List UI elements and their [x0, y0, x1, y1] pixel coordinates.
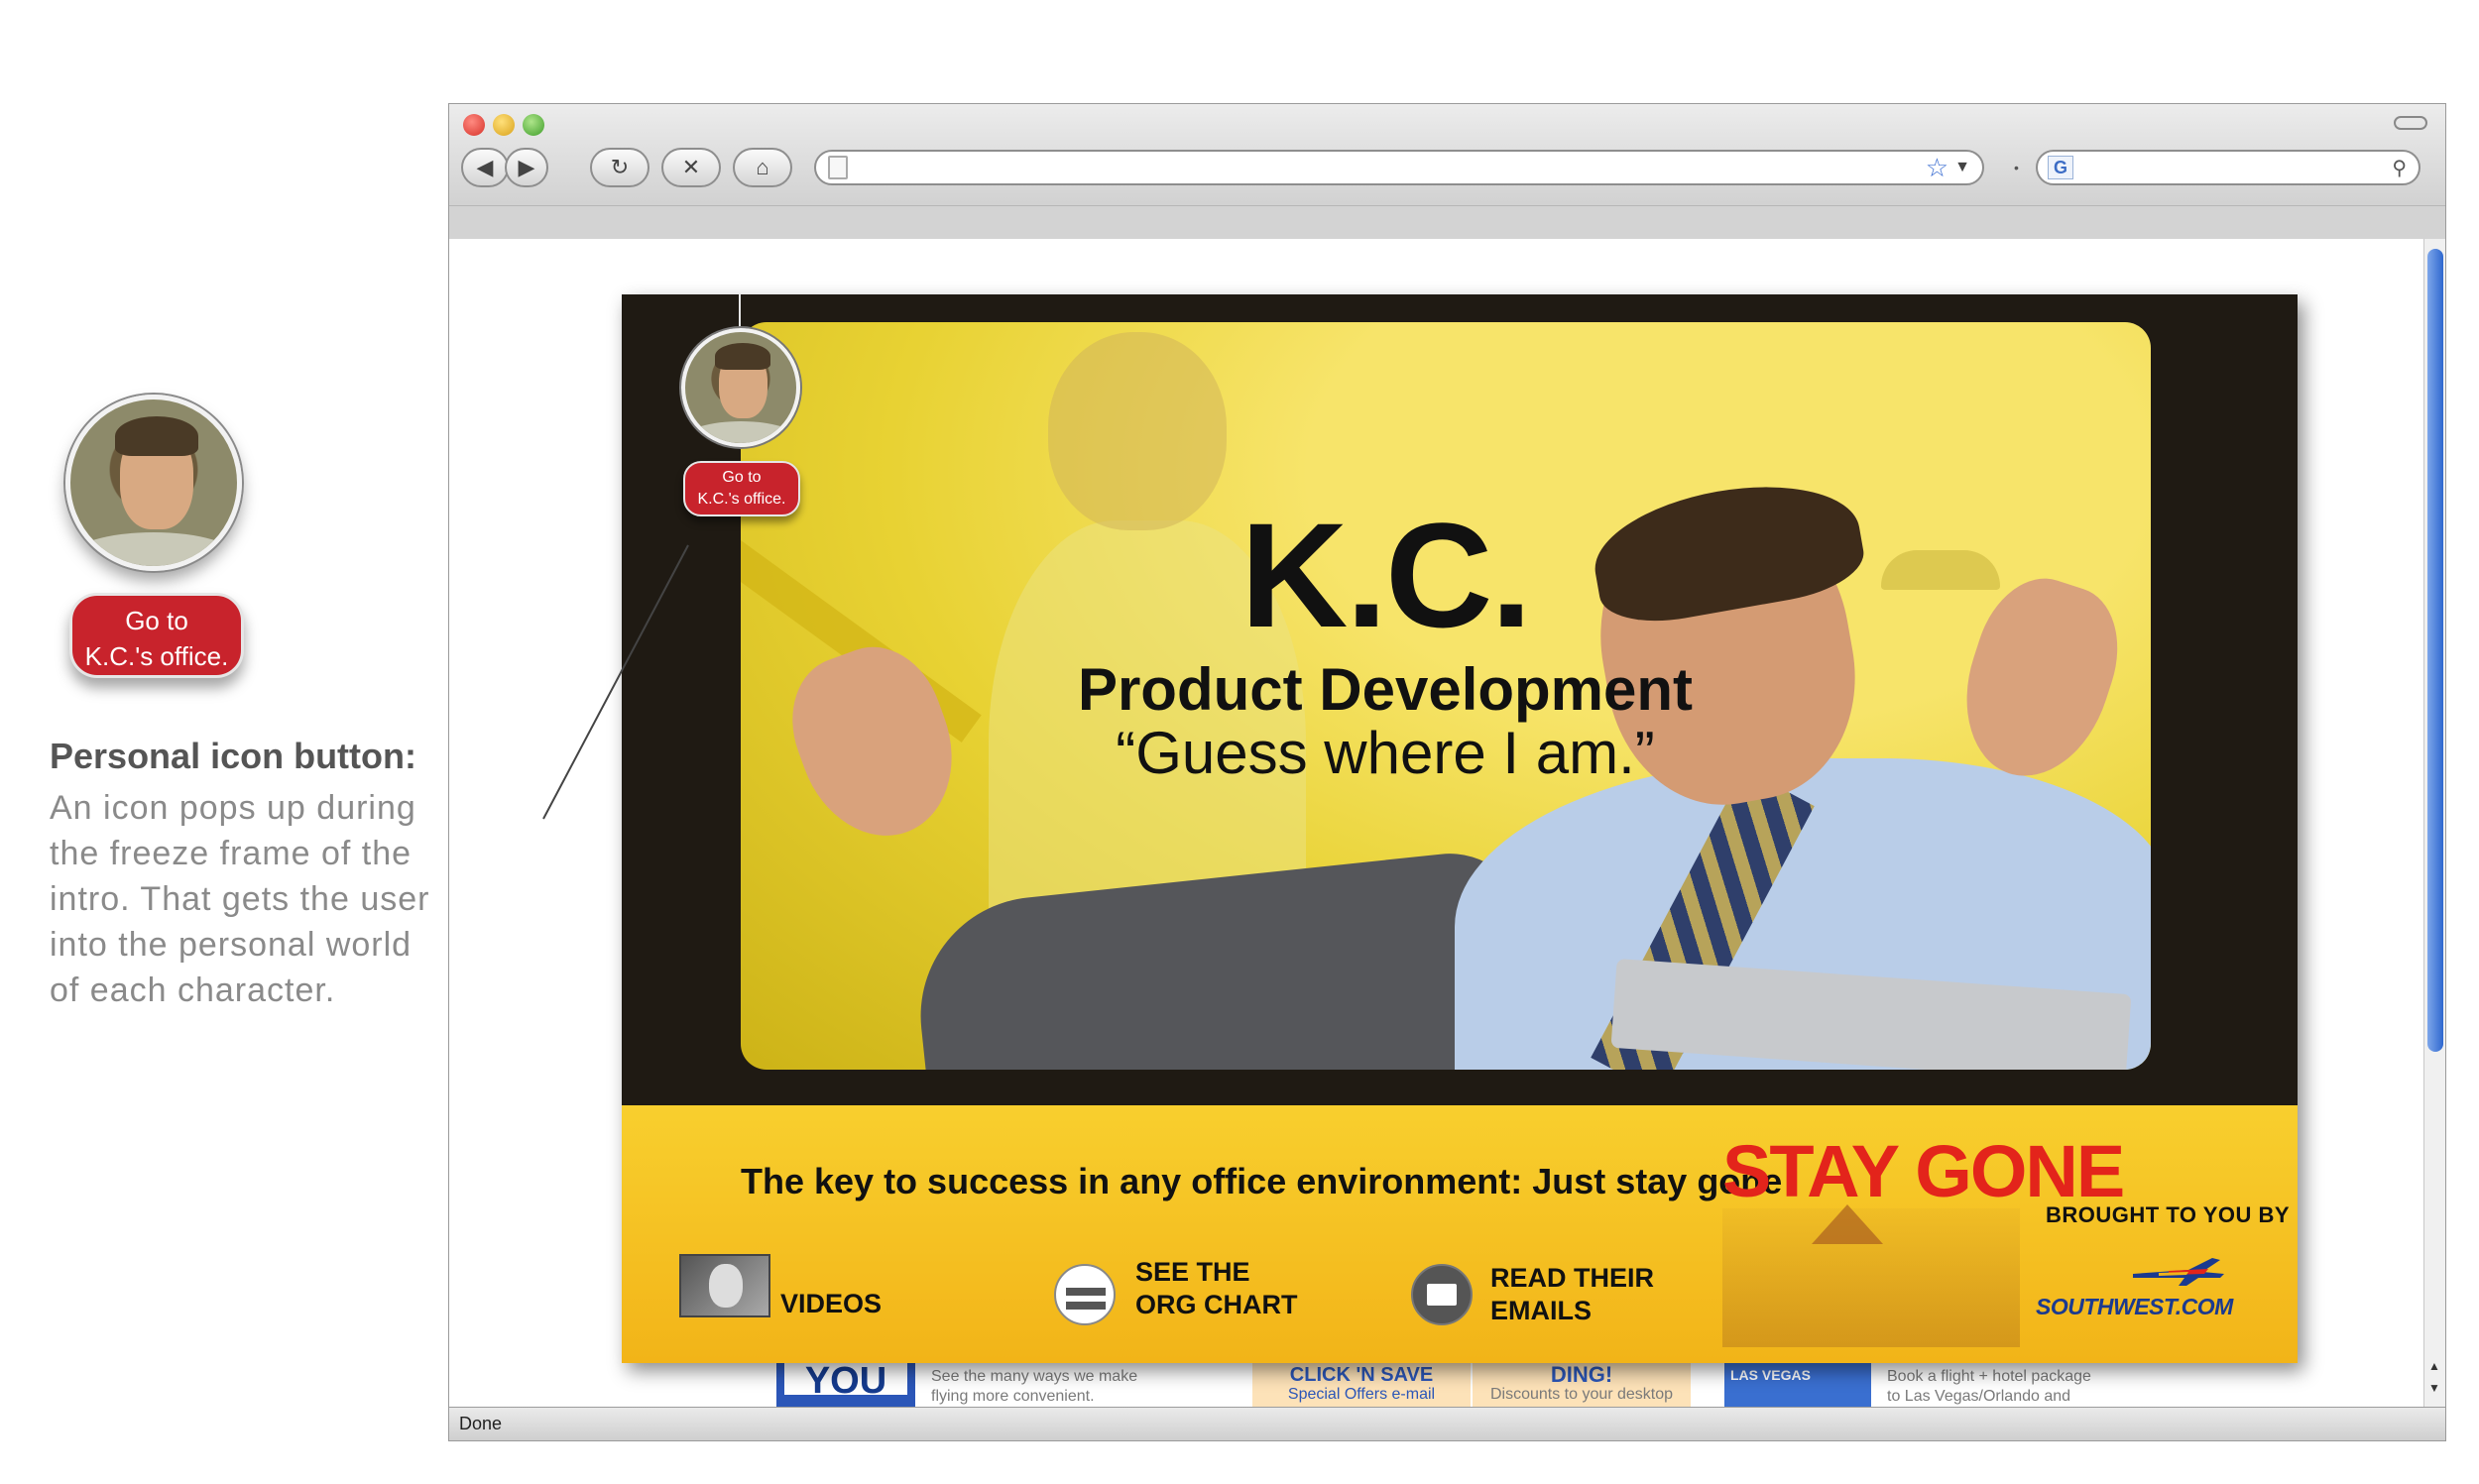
reload-button[interactable]: ↻: [590, 148, 649, 187]
zoom-window-icon[interactable]: [523, 114, 544, 136]
home-icon: ⌂: [756, 155, 769, 179]
emails-label: READ THEIR EMAILS: [1490, 1262, 1654, 1327]
ding-promo[interactable]: DING! Discounts to your desktop: [1473, 1363, 1691, 1411]
browser-toolbar: ◀ ▶ ↻ ✕ ⌂ ☆ ▼ • G ⚲: [449, 104, 2445, 239]
tagline: The key to success in any office environ…: [741, 1161, 1783, 1201]
vertical-scrollbar[interactable]: ▲ ▼: [2423, 239, 2445, 1409]
southwest-logo[interactable]: SOUTHWEST.COM: [2036, 1294, 2233, 1320]
reload-icon: ↻: [610, 155, 630, 179]
annotation-title: Personal icon button:: [50, 736, 417, 776]
org-chart-link[interactable]: SEE THE ORG CHART: [1054, 1254, 1312, 1329]
go-to-office-button-large: Go to K.C.'s office.: [69, 593, 244, 678]
email-line2: EMAILS: [1490, 1296, 1593, 1325]
icon-pill-line1: Go to: [722, 469, 762, 486]
org-chart-label: SEE THE ORG CHART: [1135, 1256, 1298, 1321]
sponsor-label: BROUGHT TO YOU BY: [2046, 1202, 2291, 1227]
scroll-up-icon[interactable]: ▲: [2428, 1359, 2440, 1373]
scroll-down-icon[interactable]: ▼: [2428, 1381, 2440, 1395]
address-bar[interactable]: ☆ ▼: [814, 150, 1984, 185]
bookmarks-bar: [449, 205, 2445, 239]
search-engine-icon[interactable]: G: [2048, 156, 2073, 179]
click-title: CLICK 'N SAVE: [1289, 1364, 1434, 1386]
browser-window: ◀ ▶ ↻ ✕ ⌂ ☆ ▼ • G ⚲ ▲ ▼ YOU See the many…: [448, 103, 2446, 1441]
page-icon: [828, 156, 848, 179]
annotation-line: into the personal world: [50, 926, 413, 964]
man-right-hand: [1943, 563, 2137, 795]
stop-icon: ✕: [681, 155, 701, 179]
text-line: Book a flight + hotel package: [1887, 1368, 2091, 1385]
vegas-text: Book a flight + hotel package to Las Veg…: [1887, 1363, 2184, 1411]
email-line1: READ THEIR: [1490, 1263, 1655, 1293]
convenience-text: See the many ways we make flying more co…: [931, 1363, 1229, 1411]
forward-button[interactable]: ▶: [505, 148, 548, 187]
click-sub: Special Offers e-mail: [1287, 1386, 1436, 1403]
icon-pill-line2: K.C.'s office.: [697, 491, 786, 508]
ding-sub: Discounts to your desktop: [1489, 1386, 1674, 1403]
status-text: Done: [459, 1414, 503, 1433]
forward-arrow-icon: ▶: [518, 155, 535, 179]
videos-label: VIDEOS: [780, 1289, 883, 1318]
vegas-promo[interactable]: LAS VEGAS: [1724, 1363, 1871, 1411]
videos-thumbnail-icon: [679, 1254, 770, 1317]
back-arrow-icon: ◀: [476, 155, 494, 179]
character-quote: “Guess where I am.”: [1116, 720, 1655, 786]
stop-button[interactable]: ✕: [661, 148, 721, 187]
org-chart-icon: [1054, 1264, 1116, 1325]
kc-avatar-large: [65, 395, 242, 571]
separator-dot-icon: •: [2014, 160, 2019, 175]
scroll-thumb[interactable]: [2427, 249, 2443, 1052]
bookmark-star-icon[interactable]: ☆: [1926, 152, 1948, 183]
text-line: to Las Vegas/Orlando and: [1887, 1388, 2071, 1405]
annotation-line: the freeze frame of the: [50, 835, 413, 872]
emails-link[interactable]: READ THEIR EMAILS: [1411, 1254, 1669, 1329]
avatar-shirt: [70, 532, 237, 566]
text-line: See the many ways we make: [931, 1368, 1138, 1385]
envelope-icon: [1411, 1264, 1473, 1325]
ceiling-lamp: [1881, 550, 2000, 590]
icon-stem: [739, 294, 741, 328]
you-flying-banner[interactable]: YOU: [776, 1362, 915, 1411]
org-line2: ORG CHART: [1135, 1290, 1298, 1319]
underlying-page-strip: YOU See the many ways we make flying mor…: [737, 1362, 2125, 1411]
annotation-line: An icon pops up during: [50, 789, 416, 827]
status-bar: Done: [449, 1407, 2445, 1440]
southwest-plane-icon: [2133, 1258, 2224, 1286]
man-left-hand: [772, 629, 977, 857]
character-name: K.C.: [1240, 492, 1532, 658]
avatar-hair: [715, 343, 771, 371]
annotation-line: of each character.: [50, 971, 336, 1009]
hero-video-frame[interactable]: K.C. Product Development “Guess where I …: [741, 322, 2151, 1070]
ding-title: DING!: [1550, 1362, 1613, 1387]
pill-line2: K.C.'s office.: [84, 641, 229, 671]
avatar-hair: [115, 415, 199, 457]
magnifier-icon[interactable]: ⚲: [2392, 154, 2407, 183]
click-n-save-promo[interactable]: CLICK 'N SAVE Special Offers e-mail: [1252, 1363, 1471, 1411]
search-input[interactable]: G ⚲: [2036, 150, 2420, 185]
you-flying-text: YOU: [784, 1362, 907, 1400]
ad-footer: The key to success in any office environ…: [622, 1105, 2298, 1363]
back-button[interactable]: ◀: [461, 148, 509, 187]
stay-gone-ad: K.C. Product Development “Guess where I …: [622, 294, 2298, 1363]
history-dropdown-icon[interactable]: ▼: [1954, 152, 1970, 183]
stay-gone-logo[interactable]: STAY GONE: [1722, 1129, 2125, 1213]
annotation-body: An icon pops up during the freeze frame …: [50, 785, 516, 1013]
kc-avatar-icon[interactable]: [681, 328, 800, 447]
text-line: flying more convenient.: [931, 1388, 1095, 1405]
go-to-office-button[interactable]: Go to K.C.'s office.: [683, 461, 800, 516]
org-line1: SEE THE: [1135, 1257, 1250, 1287]
home-button[interactable]: ⌂: [733, 148, 792, 187]
character-department: Product Development: [1077, 656, 1694, 723]
toolbar-toggle-icon[interactable]: [2394, 116, 2427, 130]
videos-link[interactable]: VIDEOS: [679, 1254, 897, 1329]
minimize-window-icon[interactable]: [493, 114, 515, 136]
close-window-icon[interactable]: [463, 114, 485, 136]
annotation-line: intro. That gets the user: [50, 880, 430, 918]
pill-line1: Go to: [125, 606, 188, 635]
